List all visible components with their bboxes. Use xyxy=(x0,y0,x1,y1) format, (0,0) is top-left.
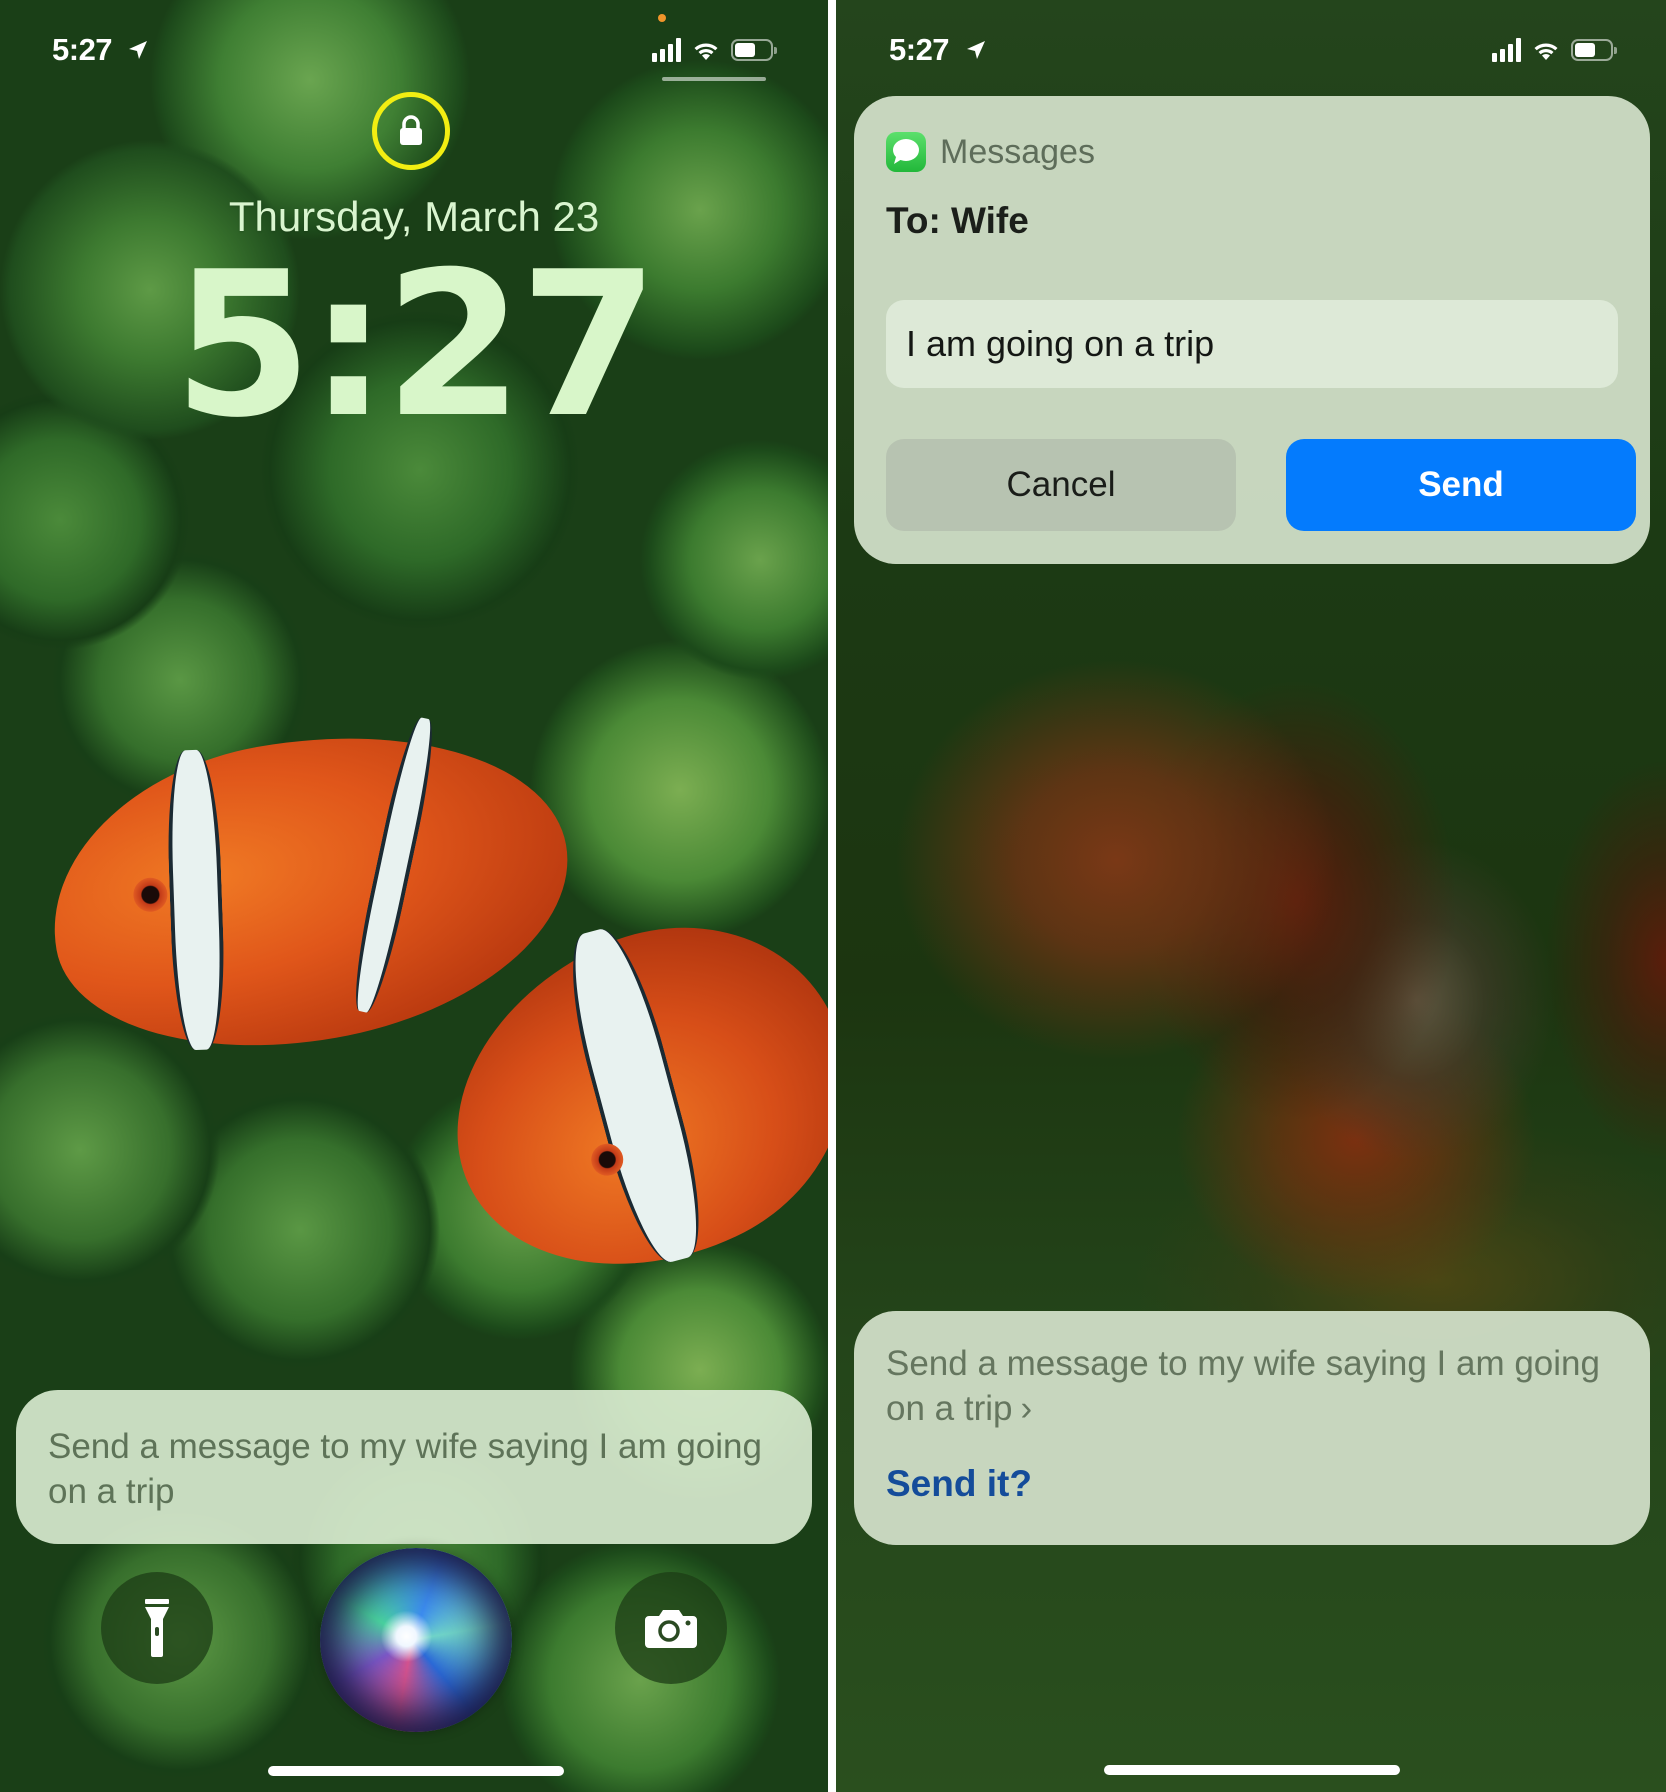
camera-button[interactable] xyxy=(615,1572,727,1684)
send-button[interactable]: Send xyxy=(1286,439,1636,531)
app-name: Messages xyxy=(940,132,1095,171)
battery-icon xyxy=(1571,39,1617,61)
message-compose-card: Messages To: Wife I am going on a trip C… xyxy=(854,96,1650,564)
status-icons xyxy=(1492,38,1617,62)
battery-icon xyxy=(731,39,777,61)
siri-transcript-card[interactable]: Send a message to my wife saying I am go… xyxy=(16,1390,812,1544)
wifi-icon xyxy=(1534,43,1558,60)
lock-icon-highlight xyxy=(372,92,450,170)
siri-button[interactable] xyxy=(320,1548,512,1732)
speech-bubble-icon xyxy=(893,139,919,164)
lock-screen: 5:27 Thursday, March 23 5:27 Send a mess… xyxy=(0,0,828,1792)
flashlight-button[interactable] xyxy=(101,1572,213,1684)
status-time: 5:27 xyxy=(52,32,113,67)
siri-query[interactable]: Send a message to my wife saying I am go… xyxy=(886,1341,1600,1431)
message-app-header: Messages xyxy=(886,132,1095,172)
siri-query-text: Send a message to my wife saying I am go… xyxy=(886,1344,1600,1428)
wifi-icon xyxy=(694,43,718,60)
siri-message-screen: 5:27 Messages To: Wife I am going on a t… xyxy=(836,0,1666,1792)
cellular-signal-icon xyxy=(652,38,681,62)
location-arrow-icon xyxy=(129,41,147,59)
lock-screen-clock: 5:27 xyxy=(173,229,658,462)
home-indicator[interactable] xyxy=(1104,1765,1400,1775)
siri-transcript-card[interactable]: Send a message to my wife saying I am go… xyxy=(854,1311,1650,1545)
flashlight-icon xyxy=(145,1599,169,1657)
panel-divider xyxy=(828,0,836,1792)
chevron-right-icon: › xyxy=(1020,1389,1033,1428)
camera-icon xyxy=(645,1610,697,1648)
status-bar: 5:27 xyxy=(0,28,828,68)
recipient-label: To: Wife xyxy=(886,200,1029,241)
cellular-signal-icon xyxy=(1492,38,1521,62)
location-arrow-icon xyxy=(967,41,985,59)
siri-confirmation-prompt: Send it? xyxy=(886,1463,1032,1504)
lock-icon xyxy=(400,115,422,145)
home-indicator[interactable] xyxy=(268,1766,564,1776)
privacy-indicator-dot xyxy=(658,14,666,22)
status-time: 5:27 xyxy=(889,32,950,67)
siri-query-text: Send a message to my wife saying I am go… xyxy=(48,1427,762,1511)
control-center-grabber[interactable] xyxy=(662,77,766,81)
cancel-button[interactable]: Cancel xyxy=(886,439,1236,531)
messages-app-icon xyxy=(886,132,926,172)
status-icons xyxy=(652,38,777,62)
message-body-field[interactable]: I am going on a trip xyxy=(886,300,1618,388)
status-bar: 5:27 xyxy=(836,28,1666,68)
